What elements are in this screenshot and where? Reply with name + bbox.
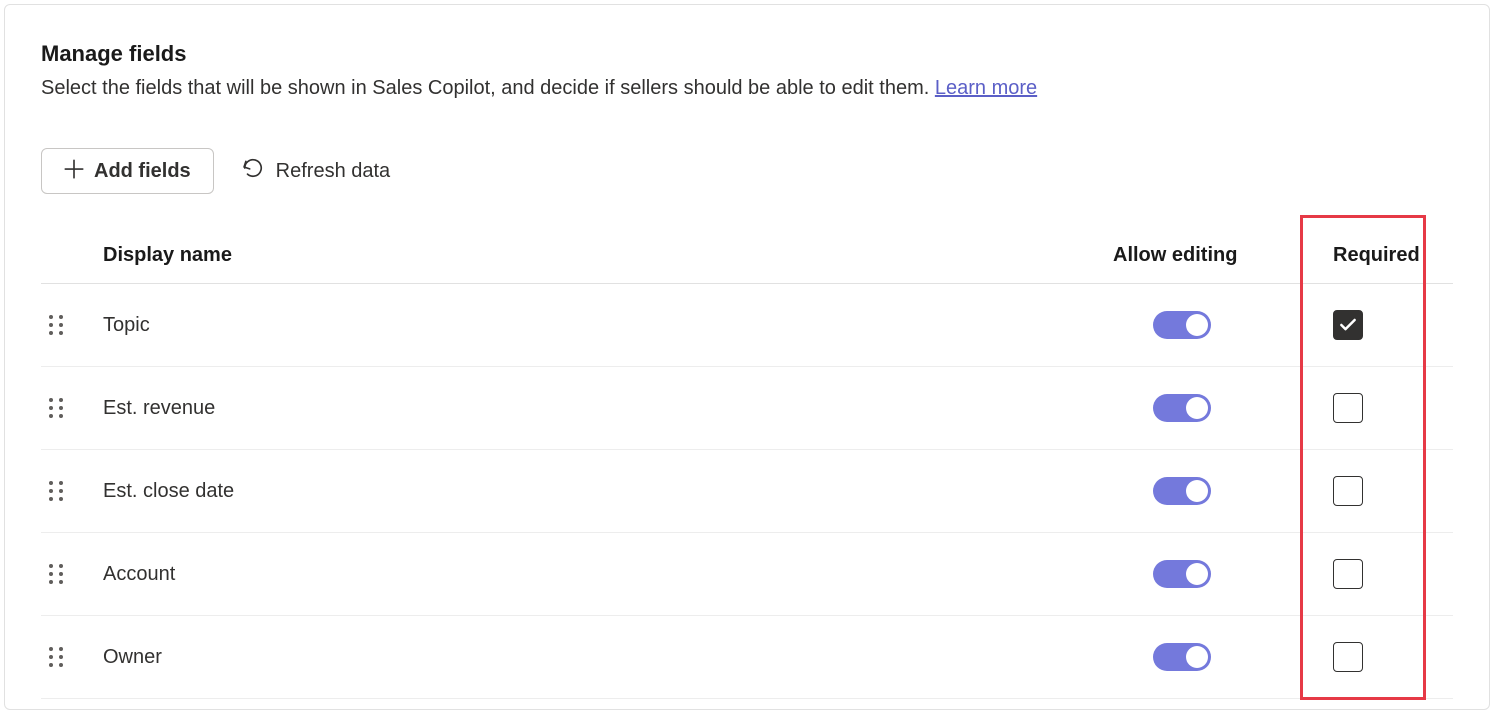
subtitle-text: Select the fields that will be shown in … <box>41 77 935 99</box>
add-fields-label: Add fields <box>94 160 191 183</box>
allow-editing-toggle[interactable] <box>1153 311 1211 339</box>
table-row: Est. close date <box>41 450 1453 533</box>
page-title: Manage fields <box>41 41 1453 67</box>
page-subtitle: Select the fields that will be shown in … <box>41 77 1453 100</box>
table-row: Owner <box>41 616 1453 699</box>
toolbar: Add fields Refresh data <box>41 148 1453 194</box>
required-checkbox[interactable] <box>1333 476 1363 506</box>
refresh-data-label: Refresh data <box>276 160 391 183</box>
allow-editing-toggle[interactable] <box>1153 477 1211 505</box>
drag-handle-icon[interactable] <box>47 645 65 669</box>
allow-editing-toggle[interactable] <box>1153 394 1211 422</box>
required-checkbox[interactable] <box>1333 642 1363 672</box>
drag-handle-icon[interactable] <box>47 562 65 586</box>
field-name-label: Topic <box>101 314 1113 337</box>
table-row: Account <box>41 533 1453 616</box>
required-checkbox[interactable] <box>1333 310 1363 340</box>
learn-more-link[interactable]: Learn more <box>935 77 1037 99</box>
header-display-name: Display name <box>101 244 1113 267</box>
header-required: Required <box>1303 244 1453 267</box>
refresh-icon <box>242 157 264 185</box>
add-fields-button[interactable]: Add fields <box>41 148 214 194</box>
required-checkbox[interactable] <box>1333 393 1363 423</box>
drag-handle-icon[interactable] <box>47 396 65 420</box>
fields-table: Display name Allow editing Required Topi… <box>41 230 1453 699</box>
field-name-label: Est. close date <box>101 480 1113 503</box>
table-row: Est. revenue <box>41 367 1453 450</box>
drag-handle-icon[interactable] <box>47 313 65 337</box>
refresh-data-button[interactable]: Refresh data <box>242 157 391 185</box>
table-row: Topic <box>41 284 1453 367</box>
header-allow-editing: Allow editing <box>1113 244 1303 267</box>
drag-handle-icon[interactable] <box>47 479 65 503</box>
allow-editing-toggle[interactable] <box>1153 560 1211 588</box>
manage-fields-panel: Manage fields Select the fields that wil… <box>4 4 1490 710</box>
required-checkbox[interactable] <box>1333 559 1363 589</box>
field-name-label: Owner <box>101 646 1113 669</box>
plus-icon <box>64 159 84 183</box>
allow-editing-toggle[interactable] <box>1153 643 1211 671</box>
field-name-label: Account <box>101 563 1113 586</box>
table-header-row: Display name Allow editing Required <box>41 230 1453 284</box>
field-name-label: Est. revenue <box>101 397 1113 420</box>
